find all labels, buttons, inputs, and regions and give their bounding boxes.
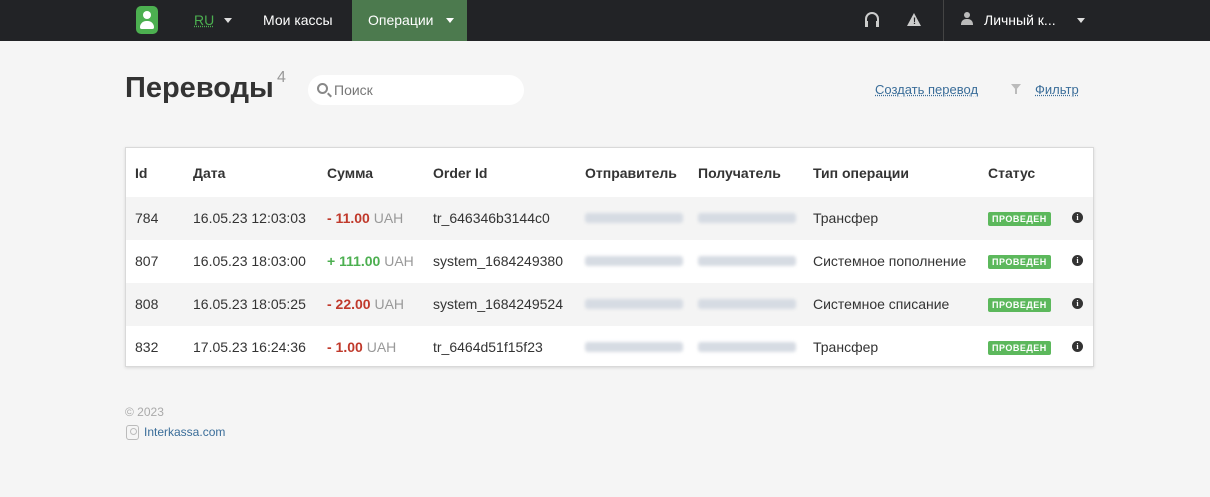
col-header-date: Дата: [193, 165, 226, 181]
interkassa-logo-icon[interactable]: [136, 6, 158, 34]
amount-value: - 22.00: [327, 296, 371, 312]
table-row[interactable]: 808 16.05.23 18:05:25 - 22.00 UAH system…: [126, 283, 1093, 326]
col-header-id: Id: [135, 165, 148, 181]
currency: UAH: [374, 296, 405, 312]
cell-order-id: system_1684249380: [433, 253, 563, 269]
cell-operation-type: Системное списание: [813, 296, 950, 312]
chevron-down-icon: [446, 18, 454, 23]
sender-redacted: [585, 256, 683, 266]
cell-order-id: tr_6464d51f15f23: [433, 339, 543, 355]
recipient-redacted: [698, 342, 796, 352]
language-selector[interactable]: RU: [194, 12, 214, 28]
cell-id: 784: [135, 210, 159, 226]
sender-redacted: [585, 213, 683, 223]
cell-amount: + 111.00 UAH: [327, 253, 414, 269]
nav-operations[interactable]: Операции: [352, 0, 467, 41]
cell-date: 16.05.23 12:03:03: [193, 210, 306, 226]
top-navbar: RU Мои кассы Операции ! Личный к...: [0, 0, 1210, 41]
search-icon: [317, 83, 328, 94]
recipient-redacted: [698, 256, 796, 266]
cell-id: 832: [135, 339, 159, 355]
cell-operation-type: Системное пополнение: [813, 253, 967, 269]
cell-date: 16.05.23 18:05:25: [193, 296, 306, 312]
create-transfer-link[interactable]: Создать перевод: [875, 82, 978, 97]
user-account-menu[interactable]: Личный к...: [984, 12, 1056, 28]
status-badge: ПРОВЕДЕН: [988, 341, 1051, 355]
col-header-operation-type: Тип операции: [813, 165, 909, 181]
currency: UAH: [373, 210, 404, 226]
cell-id: 808: [135, 296, 159, 312]
cell-date: 16.05.23 18:03:00: [193, 253, 306, 269]
table-row[interactable]: 807 16.05.23 18:03:00 + 111.00 UAH syste…: [126, 240, 1093, 283]
filter-icon[interactable]: [1011, 84, 1021, 94]
headset-icon[interactable]: [865, 12, 879, 27]
cell-operation-type: Трансфер: [813, 210, 879, 226]
transfer-count: 4: [277, 69, 286, 86]
amount-value: - 11.00: [327, 210, 370, 226]
interkassa-icon: [126, 425, 139, 440]
col-header-sender: Отправитель: [585, 165, 677, 181]
cell-date: 17.05.23 16:24:36: [193, 339, 306, 355]
table-row[interactable]: 784 16.05.23 12:03:03 - 11.00 UAH tr_646…: [126, 197, 1093, 240]
page-title: Переводы: [125, 72, 274, 104]
cell-amount: - 22.00 UAH: [327, 296, 404, 312]
currency: UAH: [384, 253, 414, 269]
info-icon[interactable]: i: [1072, 212, 1083, 223]
amount-value: + 111.00: [327, 253, 381, 269]
recipient-redacted: [698, 299, 796, 309]
sender-redacted: [585, 342, 683, 352]
search-box[interactable]: [308, 75, 524, 105]
chevron-down-icon[interactable]: [224, 18, 232, 23]
cell-order-id: tr_646346b3144c0: [433, 210, 550, 226]
footer-interkassa-link[interactable]: Interkassa.com: [144, 425, 225, 439]
cell-amount: - 11.00 UAH: [327, 210, 403, 226]
copyright: © 2023: [125, 405, 164, 419]
status-badge: ПРОВЕДЕН: [988, 255, 1051, 269]
nav-operations-label: Операции: [368, 12, 434, 28]
transfers-table: Id Дата Сумма Order Id Отправитель Получ…: [125, 147, 1094, 367]
filter-link[interactable]: Фильтр: [1035, 82, 1079, 97]
col-header-recipient: Получатель: [698, 165, 781, 181]
col-header-status: Статус: [988, 165, 1036, 181]
currency: UAH: [366, 339, 397, 355]
nav-my-cashboxes[interactable]: Мои кассы: [263, 12, 333, 28]
nav-divider: [943, 0, 944, 41]
recipient-redacted: [698, 213, 796, 223]
col-header-order-id: Order Id: [433, 165, 488, 181]
cell-order-id: system_1684249524: [433, 296, 563, 312]
amount-value: - 1.00: [327, 339, 363, 355]
table-row[interactable]: 832 17.05.23 16:24:36 - 1.00 UAH tr_6464…: [126, 326, 1093, 369]
cell-amount: - 1.00 UAH: [327, 339, 396, 355]
info-icon[interactable]: i: [1072, 341, 1083, 352]
cell-operation-type: Трансфер: [813, 339, 879, 355]
chevron-down-icon[interactable]: [1077, 18, 1085, 23]
search-input[interactable]: [334, 75, 520, 105]
sender-redacted: [585, 299, 683, 309]
info-icon[interactable]: i: [1072, 298, 1083, 309]
col-header-amount: Сумма: [327, 165, 374, 181]
user-icon: [961, 12, 973, 26]
cell-id: 807: [135, 253, 159, 269]
warning-icon[interactable]: !: [907, 13, 921, 26]
info-icon[interactable]: i: [1072, 255, 1083, 266]
status-badge: ПРОВЕДЕН: [988, 298, 1051, 312]
status-badge: ПРОВЕДЕН: [988, 212, 1051, 226]
